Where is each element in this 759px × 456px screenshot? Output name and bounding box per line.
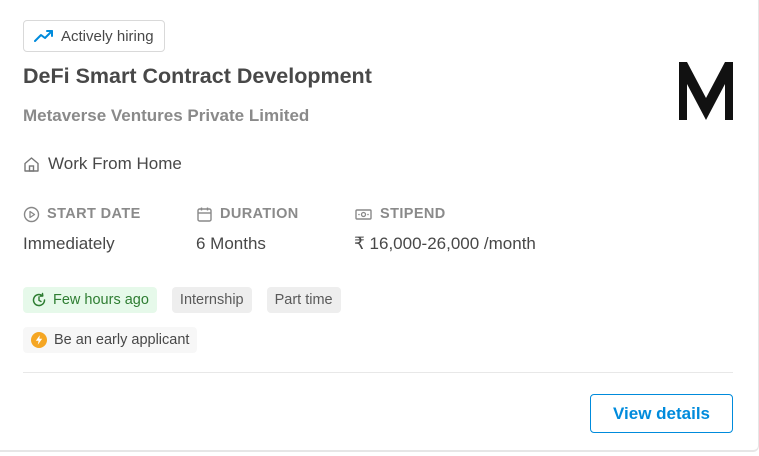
divider bbox=[23, 372, 733, 373]
start-date-label: START DATE bbox=[47, 206, 141, 222]
trending-up-icon bbox=[34, 30, 53, 42]
duration-value: 6 Months bbox=[196, 234, 266, 253]
home-icon bbox=[24, 156, 39, 172]
view-details-button[interactable]: View details bbox=[590, 394, 733, 433]
actively-hiring-badge: Actively hiring bbox=[23, 20, 165, 52]
calendar-icon bbox=[197, 207, 212, 222]
stipend-label: STIPEND bbox=[380, 206, 446, 222]
actively-hiring-label: Actively hiring bbox=[61, 27, 154, 45]
play-circle-icon bbox=[23, 206, 40, 222]
location-label: Work From Home bbox=[48, 154, 182, 173]
tags-row: Few hours ago Internship Part time bbox=[23, 287, 341, 313]
clock-refresh-icon bbox=[32, 292, 46, 307]
internship-card[interactable]: Actively hiring DeFi Smart Contract Deve… bbox=[0, 0, 759, 452]
internship-type-label: Internship bbox=[179, 292, 244, 308]
schedule-tag: Part time bbox=[266, 287, 341, 313]
stipend-value: ₹ 16,000-26,000 /month bbox=[354, 234, 536, 253]
location: Work From Home bbox=[23, 154, 182, 174]
company-logo bbox=[679, 62, 733, 120]
posted-time-tag: Few hours ago bbox=[23, 287, 157, 313]
schedule-label: Part time bbox=[274, 292, 333, 308]
early-applicant-tag: Be an early applicant bbox=[23, 327, 198, 353]
early-applicant-label: Be an early applicant bbox=[54, 332, 190, 348]
stipend-info: STIPEND ₹ 16,000-26,000 /month bbox=[354, 204, 536, 254]
job-title[interactable]: DeFi Smart Contract Development bbox=[23, 64, 372, 89]
posted-time-label: Few hours ago bbox=[53, 292, 149, 308]
money-icon bbox=[355, 208, 372, 220]
internship-type-tag: Internship bbox=[171, 287, 252, 313]
start-date-info: START DATE Immediately bbox=[23, 204, 141, 254]
duration-label: DURATION bbox=[220, 206, 299, 222]
bolt-icon bbox=[31, 332, 47, 348]
company-name[interactable]: Metaverse Ventures Private Limited bbox=[23, 106, 309, 126]
duration-info: DURATION 6 Months bbox=[196, 204, 299, 254]
start-date-value: Immediately bbox=[23, 234, 115, 253]
